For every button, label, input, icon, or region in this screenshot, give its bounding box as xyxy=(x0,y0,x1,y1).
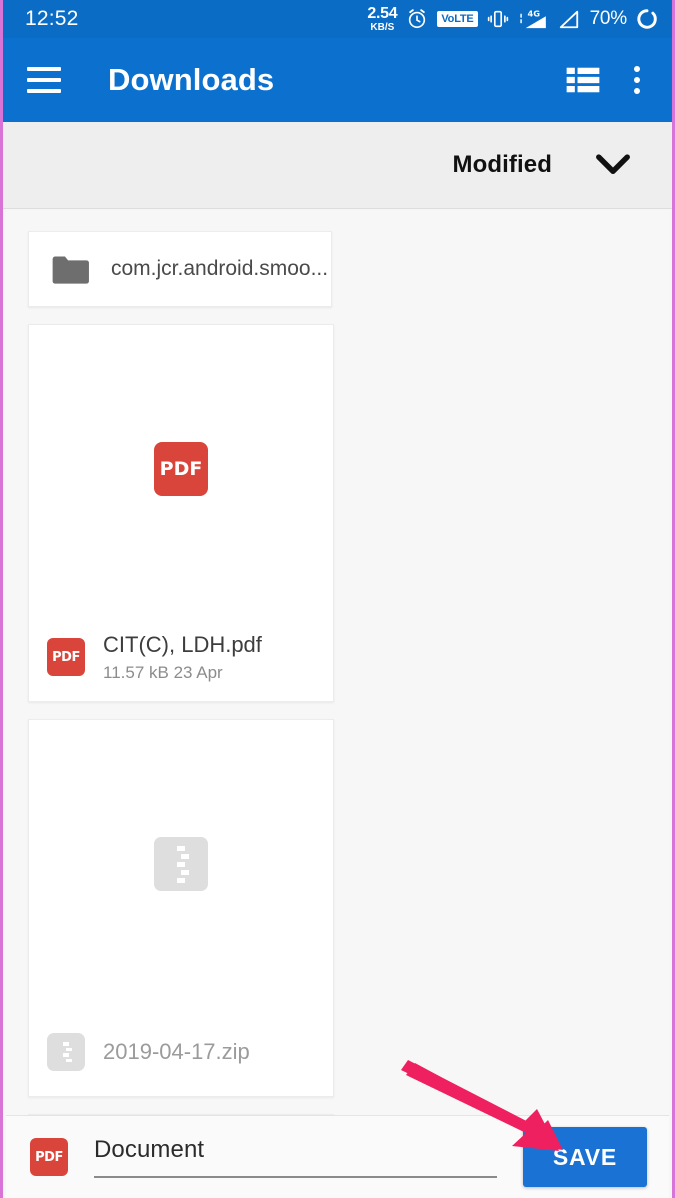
zip-icon xyxy=(47,1033,85,1071)
sort-bar[interactable]: Modified xyxy=(3,122,672,209)
folder-icon xyxy=(51,254,89,284)
phone-screen: 12:52 2.54 KB/S VoLTE 4G 70% Downloads M… xyxy=(0,0,675,1198)
pdf-icon: PDF xyxy=(47,638,85,676)
chevron-down-icon[interactable] xyxy=(594,152,632,178)
more-vertical-icon[interactable] xyxy=(628,64,646,96)
status-icons: 2.54 KB/S VoLTE 4G 70% xyxy=(367,4,658,33)
app-bar-actions xyxy=(566,64,650,96)
sort-label: Modified xyxy=(452,151,552,178)
list-view-icon[interactable] xyxy=(566,65,600,95)
app-bar: Downloads xyxy=(3,38,672,122)
charging-circle-icon xyxy=(636,8,658,30)
file-browser-content: com.jcr.android.smoo... PDF PDF CIT(C), … xyxy=(6,210,669,1115)
file-name: CIT(C), LDH.pdf xyxy=(103,632,262,658)
file-thumbnail xyxy=(29,720,333,1008)
save-button[interactable]: SAVE xyxy=(522,1127,647,1187)
file-card[interactable]: 2019-04-17.zip xyxy=(28,719,334,1097)
battery-percent-label: 70% xyxy=(589,8,628,29)
hamburger-menu-icon[interactable] xyxy=(27,67,61,93)
network-speed-unit: KB/S xyxy=(370,21,395,33)
file-thumbnail: PDF xyxy=(29,325,333,613)
vibrate-icon xyxy=(487,8,509,30)
page-title: Downloads xyxy=(108,62,275,97)
signal-4g-icon: 4G xyxy=(518,8,548,30)
signal-strength-icon xyxy=(557,8,581,30)
filename-input[interactable]: Document xyxy=(94,1136,497,1178)
status-clock: 12:52 xyxy=(25,7,79,30)
filename-value: Document xyxy=(94,1136,205,1163)
folder-name: com.jcr.android.smoo... xyxy=(111,257,329,280)
folder-list-item[interactable]: com.jcr.android.smoo... xyxy=(28,231,332,307)
pdf-icon: PDF xyxy=(154,442,208,496)
volte-icon: VoLTE xyxy=(437,10,478,28)
file-card-footer: 2019-04-17.zip xyxy=(29,1008,333,1096)
save-bar: PDF Document SAVE xyxy=(6,1115,669,1198)
file-grid: PDF PDF CIT(C), LDH.pdf 11.57 kB 23 Apr xyxy=(28,324,647,1115)
alarm-clock-icon xyxy=(406,8,428,30)
pdf-icon: PDF xyxy=(30,1138,68,1176)
file-name: 2019-04-17.zip xyxy=(103,1039,250,1065)
zip-icon xyxy=(154,837,208,891)
svg-text:4G: 4G xyxy=(527,8,540,18)
network-speed-value: 2.54 xyxy=(367,4,398,22)
file-meta: 11.57 kB 23 Apr xyxy=(103,662,223,682)
file-card-footer: PDF CIT(C), LDH.pdf 11.57 kB 23 Apr xyxy=(29,613,333,701)
network-speed-indicator: 2.54 KB/S xyxy=(367,4,398,33)
status-bar: 12:52 2.54 KB/S VoLTE 4G 70% xyxy=(3,0,672,38)
file-card[interactable]: PDF PDF CIT(C), LDH.pdf 11.57 kB 23 Apr xyxy=(28,324,334,702)
